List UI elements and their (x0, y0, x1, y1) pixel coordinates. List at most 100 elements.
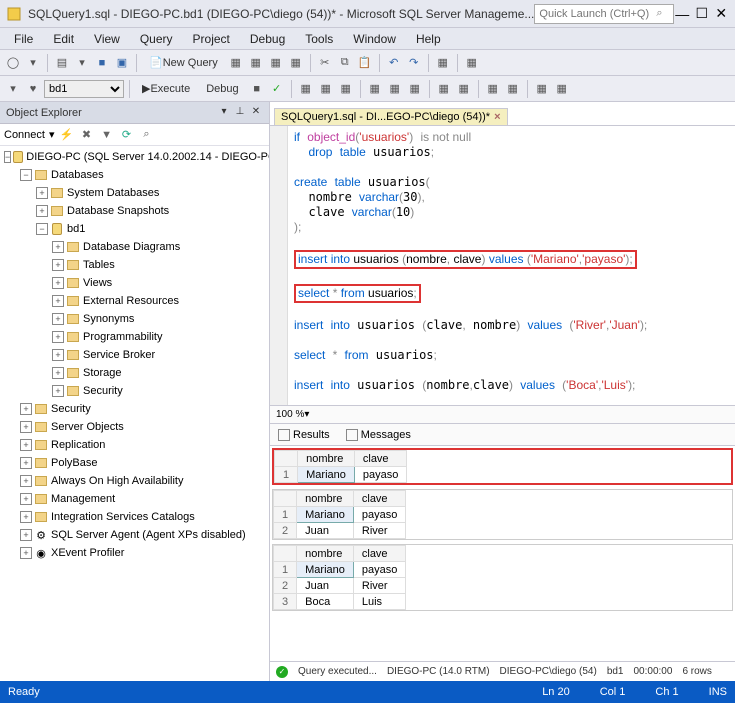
tree-diagrams[interactable]: +Database Diagrams (0, 238, 269, 256)
tree-tables[interactable]: +Tables (0, 256, 269, 274)
tb2-i9[interactable]: ▦ (484, 80, 502, 98)
nav-back-button[interactable]: ◯ (4, 54, 22, 72)
search-tree-icon[interactable]: ⌕ (139, 127, 155, 143)
tree-bd1[interactable]: −bd1 (0, 220, 269, 238)
tree-xe[interactable]: +◉XEvent Profiler (0, 544, 269, 562)
tree-ext[interactable]: +External Resources (0, 292, 269, 310)
separator (360, 80, 361, 98)
explorer-dropdown-icon[interactable]: ▾ (217, 106, 231, 120)
tree-aoha[interactable]: +Always On High Availability (0, 472, 269, 490)
tree-syn[interactable]: +Synonyms (0, 310, 269, 328)
separator (291, 80, 292, 98)
tree-sb[interactable]: +Service Broker (0, 346, 269, 364)
tb-icon-5[interactable]: ▦ (434, 54, 452, 72)
tb2-i7[interactable]: ▦ (435, 80, 453, 98)
menu-query[interactable]: Query (130, 32, 183, 46)
tree-databases[interactable]: −Databases (0, 166, 269, 184)
open-button[interactable]: ▾ (73, 54, 91, 72)
close-button[interactable]: ✕ (714, 4, 729, 24)
tree-mgmt[interactable]: +Management (0, 490, 269, 508)
tb-icon-3[interactable]: ▦ (267, 54, 285, 72)
tb2-i4[interactable]: ▦ (366, 80, 384, 98)
zoom-value[interactable]: 100 % (276, 409, 304, 420)
tree-rep[interactable]: +Replication (0, 436, 269, 454)
tb2-icon-1[interactable]: ▾ (4, 80, 22, 98)
tree-agent[interactable]: +⚙SQL Server Agent (Agent XPs disabled) (0, 526, 269, 544)
debug-button[interactable]: Debug (199, 80, 245, 98)
tab-close-icon[interactable]: × (494, 111, 500, 123)
connect-label[interactable]: Connect (4, 129, 45, 141)
redo-button[interactable]: ↷ (405, 54, 423, 72)
tb2-i8[interactable]: ▦ (455, 80, 473, 98)
tree-snap[interactable]: +Database Snapshots (0, 202, 269, 220)
tb2-i2[interactable]: ▦ (317, 80, 335, 98)
menu-view[interactable]: View (84, 32, 130, 46)
stop-button[interactable]: ■ (248, 80, 266, 98)
paste-button[interactable]: 📋 (356, 54, 374, 72)
tree-sec[interactable]: +Security (0, 400, 269, 418)
tb2-i5[interactable]: ▦ (386, 80, 404, 98)
sql-editor[interactable]: if object_id('usuarios') is not null dro… (270, 126, 735, 406)
tb2-icon-2[interactable]: ♥ (24, 80, 42, 98)
tree-views[interactable]: +Views (0, 274, 269, 292)
new-file-button[interactable]: ▤ (53, 54, 71, 72)
nav-fwd-button[interactable]: ▾ (24, 54, 42, 72)
explorer-tree[interactable]: −DIEGO-PC (SQL Server 14.0.2002.14 - DIE… (0, 146, 269, 681)
editor-tab[interactable]: SQLQuery1.sql - DI...EGO-PC\diego (54))*… (274, 108, 508, 125)
tree-sec-db[interactable]: +Security (0, 382, 269, 400)
menu-help[interactable]: Help (406, 32, 451, 46)
tb-icon-1[interactable]: ▦ (227, 54, 245, 72)
object-explorer: Object Explorer ▾ ⊥ ✕ Connect ▾ ⚡ ✖ ▼ ⟳ … (0, 102, 270, 681)
tree-so[interactable]: +Server Objects (0, 418, 269, 436)
filter-icon[interactable]: ▼ (99, 127, 115, 143)
disconnect-icon[interactable]: ⚡ (59, 127, 75, 143)
menu-project[interactable]: Project (183, 32, 240, 46)
tree-stor[interactable]: +Storage (0, 364, 269, 382)
close-panel-icon[interactable]: ✕ (249, 106, 263, 120)
stop-icon[interactable]: ✖ (79, 127, 95, 143)
copy-button[interactable]: ⧉ (336, 54, 354, 72)
tb2-i3[interactable]: ▦ (337, 80, 355, 98)
tb-icon-4[interactable]: ▦ (287, 54, 305, 72)
separator (129, 80, 130, 98)
tb-icon-6[interactable]: ▦ (463, 54, 481, 72)
menu-edit[interactable]: Edit (43, 32, 84, 46)
tb-icon-2[interactable]: ▦ (247, 54, 265, 72)
menu-file[interactable]: File (4, 32, 43, 46)
quick-launch-input[interactable] (534, 4, 674, 24)
menu-debug[interactable]: Debug (240, 32, 295, 46)
parse-button[interactable]: ✓ (268, 80, 286, 98)
menu-tools[interactable]: Tools (295, 32, 343, 46)
results-pane[interactable]: nombreclave 1Marianopayaso nombreclave 1… (270, 446, 735, 661)
results-tab[interactable]: Results (274, 427, 334, 443)
new-query-button[interactable]: 📄 New Query (142, 54, 225, 72)
result-grid-2[interactable]: nombreclave 1Marianopayaso 2JuanRiver (272, 489, 733, 540)
messages-tab[interactable]: Messages (342, 427, 415, 443)
undo-button[interactable]: ↶ (385, 54, 403, 72)
save-button[interactable]: ■ (93, 54, 111, 72)
result-grid-1[interactable]: nombreclave 1Marianopayaso (272, 448, 733, 485)
tb2-i10[interactable]: ▦ (504, 80, 522, 98)
tree-poly[interactable]: +PolyBase (0, 454, 269, 472)
tree-sysdb[interactable]: +System Databases (0, 184, 269, 202)
database-combo[interactable]: bd1 (44, 80, 124, 98)
refresh-icon[interactable]: ⟳ (119, 127, 135, 143)
tb2-i11[interactable]: ▦ (533, 80, 551, 98)
tb2-i1[interactable]: ▦ (297, 80, 315, 98)
result-grid-3[interactable]: nombreclave 1Marianopayaso 2JuanRiver 3B… (272, 544, 733, 611)
save-all-button[interactable]: ▣ (113, 54, 131, 72)
tree-server[interactable]: −DIEGO-PC (SQL Server 14.0.2002.14 - DIE… (0, 148, 269, 166)
status-ins: INS (709, 686, 727, 698)
menu-window[interactable]: Window (343, 32, 406, 46)
tb2-i6[interactable]: ▦ (406, 80, 424, 98)
tree-isc[interactable]: +Integration Services Catalogs (0, 508, 269, 526)
execute-button[interactable]: ▶ Execute (135, 80, 197, 98)
cut-button[interactable]: ✂ (316, 54, 334, 72)
table-row: 1Marianopayaso (275, 467, 407, 483)
pin-icon[interactable]: ⊥ (233, 106, 247, 120)
maximize-button[interactable]: ☐ (694, 4, 709, 24)
tb2-i12[interactable]: ▦ (553, 80, 571, 98)
minimize-button[interactable]: — (675, 4, 690, 24)
connect-toolbar: Connect ▾ ⚡ ✖ ▼ ⟳ ⌕ (0, 124, 269, 146)
tree-prog[interactable]: +Programmability (0, 328, 269, 346)
